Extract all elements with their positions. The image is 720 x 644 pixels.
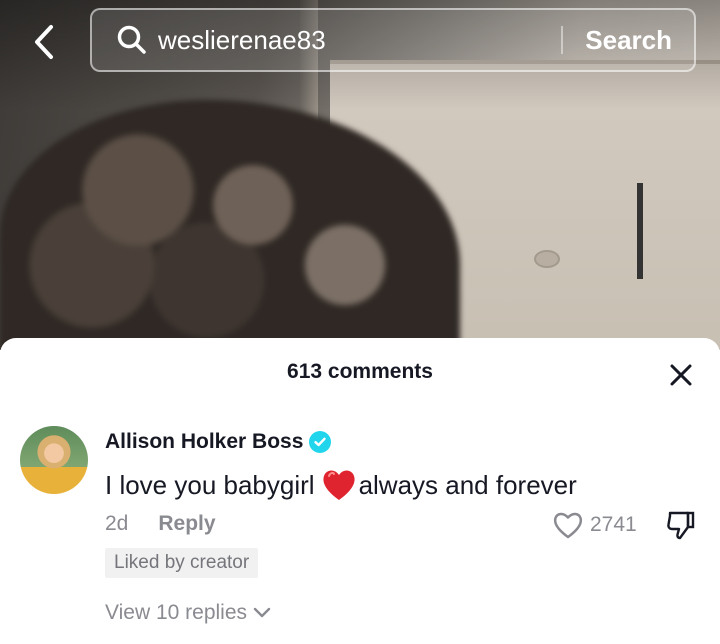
chevron-down-icon (253, 607, 271, 618)
comment-text-end: always and forever (358, 469, 577, 500)
cabinet-knob (534, 250, 560, 268)
heart-outline-icon (553, 512, 583, 539)
like-button[interactable]: 2741 (552, 510, 637, 540)
close-icon (670, 364, 692, 386)
like-count: 2741 (590, 513, 637, 536)
view-replies-label: View 10 replies (105, 601, 248, 624)
avatar[interactable] (20, 426, 88, 494)
search-button[interactable]: Search (585, 25, 672, 56)
comment-author-row: Allison Holker Boss (105, 430, 332, 454)
liked-by-creator-badge: Liked by creator (105, 548, 259, 578)
red-heart-emoji (321, 468, 357, 502)
comment-author[interactable]: Allison Holker Boss (105, 430, 303, 454)
thumbs-down-icon (667, 511, 695, 540)
chevron-left-icon (35, 25, 53, 59)
search-icon (116, 23, 150, 57)
back-button[interactable] (22, 20, 66, 64)
search-input[interactable] (156, 23, 562, 57)
comment-text-start: I love you babygirl (105, 469, 315, 500)
verified-badge-icon (309, 431, 332, 453)
search-divider (561, 26, 564, 54)
dislike-button[interactable] (664, 508, 698, 542)
view-replies-button[interactable]: View 10 replies (105, 601, 271, 625)
search-bar[interactable]: Search (90, 8, 696, 72)
cabinet-handle (637, 183, 643, 279)
comment-age: 2d (105, 512, 129, 535)
reply-button[interactable]: Reply (158, 512, 215, 536)
comment-meta: 2d Reply (105, 512, 216, 536)
comment-text: I love you babygirl always and forever (105, 468, 577, 502)
comments-count: 613 comments (287, 360, 433, 383)
close-button[interactable] (666, 360, 696, 390)
